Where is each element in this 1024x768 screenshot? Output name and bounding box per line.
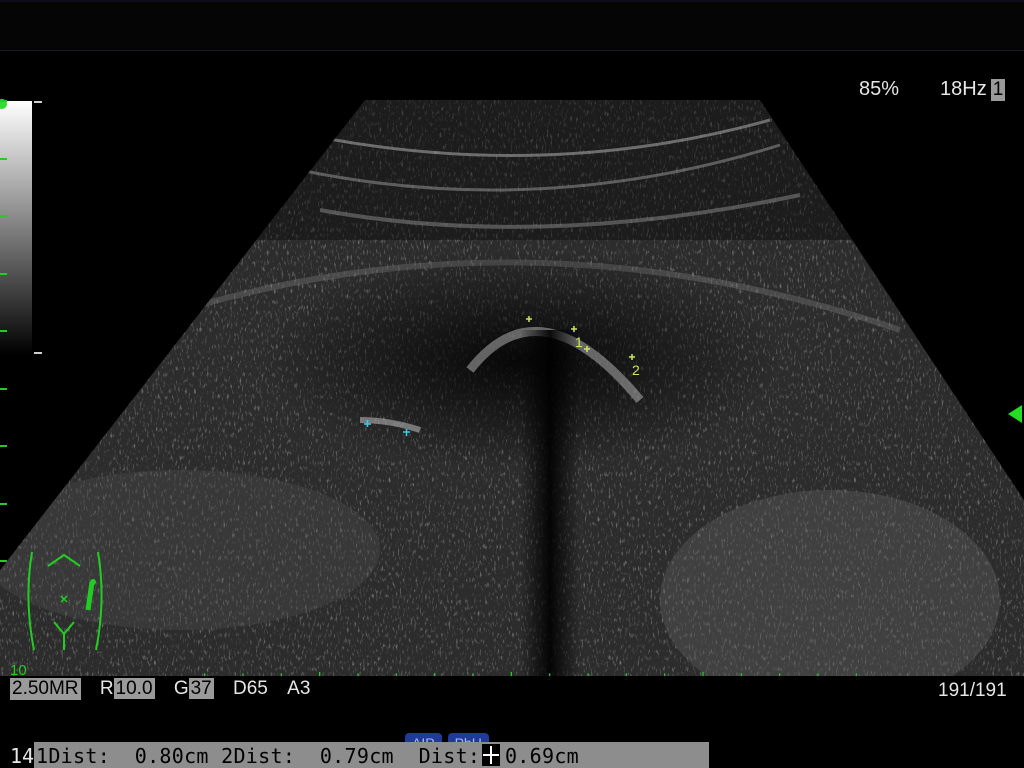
lateral-ruler — [204, 672, 857, 676]
depth-label: 10 — [10, 662, 27, 679]
frame-rate-value: 18Hz — [940, 78, 987, 100]
param-dynamic-range[interactable]: D65 — [233, 678, 268, 700]
param-gain[interactable]: G 37 — [174, 678, 214, 700]
param-frequency[interactable]: 2.50MR — [10, 678, 81, 700]
top-bar — [0, 0, 1024, 51]
ultrasound-image: 1 2 — [0, 100, 1024, 676]
imaging-params: 2.50MR R 10.0 G 37 D65 A3 — [10, 678, 324, 700]
frame-rate: 18Hz 1 — [940, 78, 1006, 101]
param-range[interactable]: R 10.0 — [100, 678, 155, 700]
caliper-label-1: 1 — [575, 334, 583, 350]
sector-region — [0, 100, 1024, 676]
caliper-label-2: 2 — [632, 362, 640, 378]
param-average[interactable]: A3 — [287, 678, 310, 700]
frame-counter: 191/191 — [938, 680, 1007, 701]
focus-marker-icon[interactable] — [1008, 405, 1022, 423]
focus-count-badge: 1 — [990, 79, 1006, 101]
cursor-icon[interactable] — [482, 744, 500, 766]
top-strip — [0, 0, 1024, 2]
acoustic-power: 85% — [859, 78, 900, 100]
body-marker-icon[interactable] — [24, 550, 106, 656]
measurement-bar: 14 1Dist: 0.80cm 2Dist: 0.79cm Dist: 0.6… — [0, 742, 1024, 768]
measurement-index: 14 — [10, 744, 35, 768]
